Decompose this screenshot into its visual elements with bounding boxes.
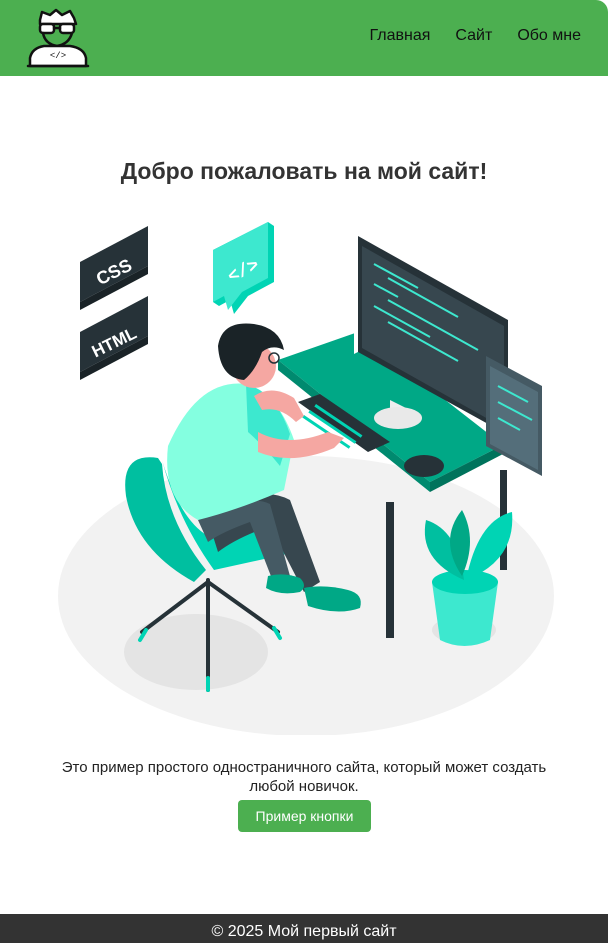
page-title: Добро пожаловать на мой сайт! <box>120 158 488 184</box>
developer-avatar-icon[interactable]: </> <box>26 6 90 68</box>
site-footer: © 2025 Мой первый сайт <box>0 914 608 943</box>
intro-text: Это пример простого одностраничного сайт… <box>61 759 547 795</box>
code-bubble: </> <box>213 222 274 314</box>
copyright-text: © 2025 Мой первый сайт <box>211 923 397 940</box>
html-badge: HTML <box>80 296 148 380</box>
nav-link-about[interactable]: Обо мне <box>517 26 581 46</box>
main-nav: Главная Сайт Обо мне <box>370 26 582 46</box>
site-header: </> Главная Сайт Обо мне <box>0 0 608 76</box>
css-badge: CSS <box>80 226 148 310</box>
developer-illustration: CSS HTML </> <box>58 222 554 735</box>
example-button[interactable]: Пример кнопки <box>238 800 371 832</box>
nav-link-home[interactable]: Главная <box>370 26 431 46</box>
nav-link-site[interactable]: Сайт <box>455 26 492 46</box>
svg-text:</>: </> <box>50 51 66 61</box>
